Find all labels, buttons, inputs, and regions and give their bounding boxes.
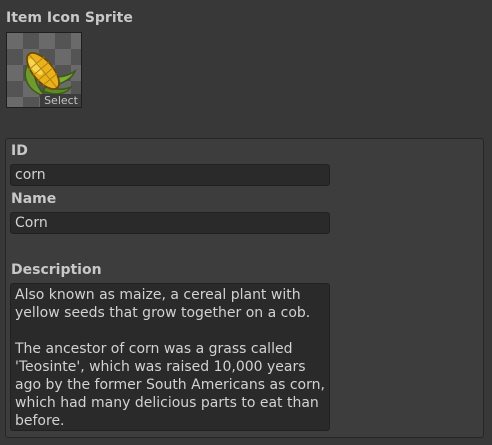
description-label: Description bbox=[11, 262, 102, 278]
inspector: Item Icon Sprite Select ID corn Name Cor… bbox=[0, 0, 492, 445]
description-paragraph-2: The ancestor of corn was a grass called … bbox=[15, 341, 325, 429]
sprite-object-field[interactable]: Select bbox=[6, 32, 82, 108]
description-paragraph-1: Also known as maize, a cereal plant with… bbox=[15, 287, 311, 321]
name-label: Name bbox=[11, 191, 57, 207]
name-field[interactable]: Corn bbox=[10, 212, 330, 234]
description-field[interactable]: Also known as maize, a cereal plant with… bbox=[10, 283, 330, 431]
select-button[interactable]: Select bbox=[40, 94, 81, 107]
item-fields-panel: ID corn Name Corn Description Also known… bbox=[5, 138, 484, 438]
sprite-heading: Item Icon Sprite bbox=[6, 10, 133, 26]
id-field[interactable]: corn bbox=[10, 164, 330, 186]
id-label: ID bbox=[11, 143, 28, 159]
